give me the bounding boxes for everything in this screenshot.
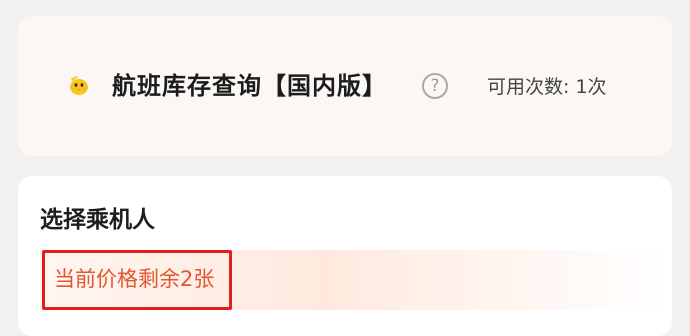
select-passenger-title: 选择乘机人 bbox=[40, 207, 155, 233]
page-title: 航班库存查询【国内版】 bbox=[112, 72, 387, 100]
chick-mascot-icon bbox=[70, 76, 88, 95]
help-icon[interactable]: ? bbox=[422, 73, 448, 99]
remaining-uses: 可用次数: 1次 bbox=[487, 76, 607, 98]
price-remaining-notice: 当前价格剩余2张 bbox=[54, 267, 215, 291]
